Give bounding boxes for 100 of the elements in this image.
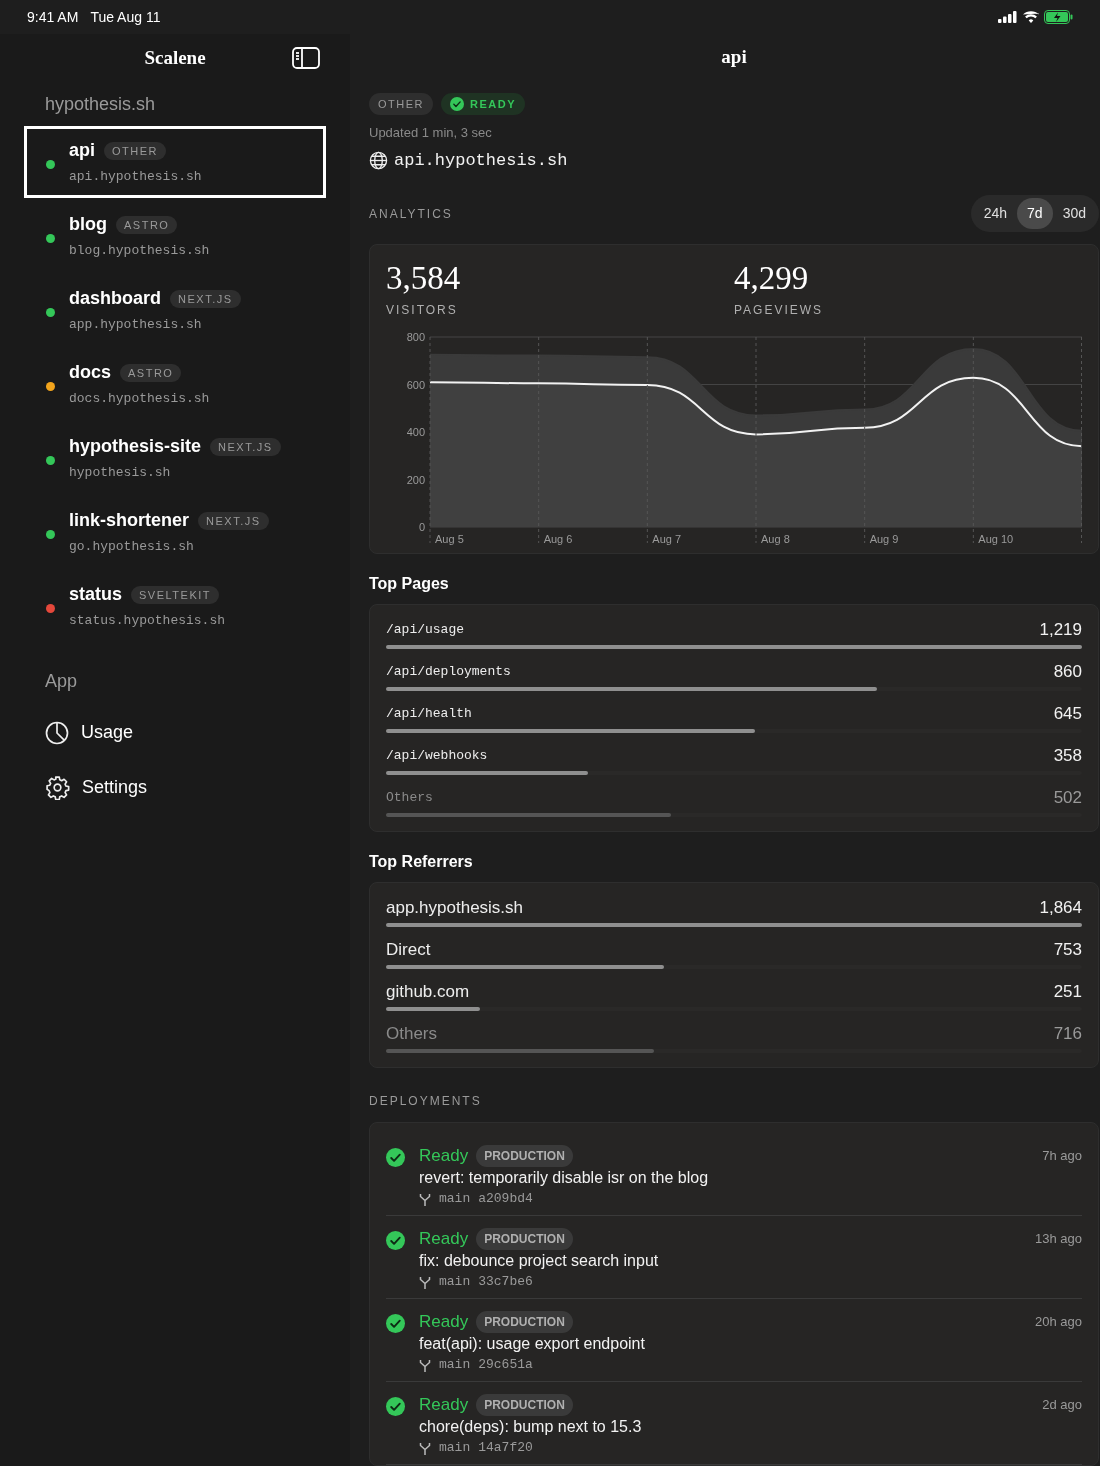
stat-label: PAGEVIEWS bbox=[734, 302, 825, 319]
battery-charging-icon bbox=[1044, 10, 1073, 24]
deployment-status: Ready bbox=[419, 1395, 469, 1415]
commit-hash: a209bd4 bbox=[478, 1190, 533, 1208]
row-value: 502 bbox=[1053, 787, 1082, 809]
branch-name: main bbox=[439, 1273, 471, 1291]
deployment-status: Ready bbox=[419, 1312, 469, 1332]
row-value: 753 bbox=[1053, 939, 1082, 961]
range-tab[interactable]: 24h bbox=[973, 198, 1018, 229]
status-date: Tue Aug 11 bbox=[90, 7, 161, 27]
row-value: 645 bbox=[1053, 703, 1082, 725]
branch-icon bbox=[419, 1358, 431, 1372]
project-item[interactable]: api OTHER api.hypothesis.sh bbox=[24, 126, 326, 198]
sidebar-toggle-icon[interactable] bbox=[292, 47, 320, 69]
stat-label: VISITORS bbox=[386, 302, 459, 319]
x-axis-label: Aug 10 bbox=[978, 533, 1014, 545]
stat-value: 3,584 bbox=[386, 259, 462, 297]
project-item[interactable]: status SVELTEKIT status.hypothesis.sh bbox=[24, 570, 326, 642]
project-domain: hypothesis.sh bbox=[69, 464, 172, 483]
check-circle-icon bbox=[386, 1314, 405, 1333]
framework-tag: NEXT.JS bbox=[210, 437, 281, 456]
deployment-status: Ready bbox=[419, 1229, 469, 1249]
row-value: 251 bbox=[1053, 981, 1082, 1003]
nav-item[interactable]: Usage bbox=[81, 719, 134, 746]
project-name: dashboard bbox=[69, 287, 161, 311]
project-item[interactable]: blog ASTRO blog.hypothesis.sh bbox=[24, 200, 326, 272]
project-item[interactable]: docs ASTRO docs.hypothesis.sh bbox=[24, 348, 326, 420]
y-axis-label: 800 bbox=[406, 331, 425, 343]
nav-item[interactable]: Settings bbox=[82, 774, 148, 801]
project-item[interactable]: hypothesis-site NEXT.JS hypothesis.sh bbox=[24, 422, 326, 494]
project-name: hypothesis-site bbox=[69, 435, 202, 459]
project-item[interactable]: link-shortener NEXT.JS go.hypothesis.sh bbox=[24, 496, 326, 568]
check-circle-icon bbox=[386, 1231, 405, 1250]
branch-icon bbox=[419, 1441, 431, 1455]
environment-tag: PRODUCTION bbox=[476, 1145, 573, 1167]
ready-tag: READY bbox=[441, 92, 525, 115]
project-name: blog bbox=[69, 213, 107, 237]
branch-name: main bbox=[439, 1356, 471, 1374]
stat-value: 4,299 bbox=[734, 259, 810, 297]
deployment-time: 2d ago bbox=[1042, 1396, 1082, 1414]
project-item[interactable]: dashboard NEXT.JS app.hypothesis.sh bbox=[24, 274, 326, 346]
x-axis-label: Aug 7 bbox=[652, 533, 682, 545]
row-label: /api/webhooks bbox=[386, 747, 488, 765]
row-label: app.hypothesis.sh bbox=[386, 897, 524, 919]
section-title: hypothesis.sh bbox=[45, 93, 157, 116]
deployment-time: 13h ago bbox=[1035, 1230, 1082, 1248]
environment-tag: PRODUCTION bbox=[476, 1311, 573, 1333]
row-value: 358 bbox=[1053, 745, 1082, 767]
project-name: status bbox=[69, 583, 122, 607]
signal-icon bbox=[998, 11, 1018, 23]
page-title: api bbox=[721, 45, 747, 69]
x-axis-label: Aug 9 bbox=[869, 533, 899, 545]
project-domain: blog.hypothesis.sh bbox=[69, 242, 210, 261]
framework-tag: OTHER bbox=[369, 92, 433, 115]
project-domain: status.hypothesis.sh bbox=[69, 612, 226, 631]
commit-hash: 14a7f20 bbox=[478, 1439, 533, 1457]
branch-icon bbox=[419, 1275, 431, 1289]
framework-tag: SVELTEKIT bbox=[131, 585, 219, 604]
environment-tag: PRODUCTION bbox=[476, 1228, 573, 1250]
branch-name: main bbox=[439, 1190, 471, 1208]
deployment-status: Ready bbox=[419, 1146, 469, 1166]
project-domain: docs.hypothesis.sh bbox=[69, 390, 210, 409]
branch-icon bbox=[419, 1192, 431, 1206]
range-tab[interactable]: 7d bbox=[1017, 198, 1053, 229]
settings-icon bbox=[45, 775, 70, 800]
commit-hash: 29c651a bbox=[478, 1356, 533, 1374]
row-label: /api/deployments bbox=[386, 663, 511, 681]
project-name: link-shortener bbox=[69, 509, 190, 533]
y-axis-label: 400 bbox=[406, 426, 425, 438]
row-value: 1,219 bbox=[1039, 619, 1082, 641]
row-label: Others bbox=[386, 789, 433, 807]
framework-tag: OTHER bbox=[104, 141, 166, 160]
deployment-time: 7h ago bbox=[1042, 1147, 1082, 1165]
deployment-time: 20h ago bbox=[1035, 1313, 1082, 1331]
section-title: DEPLOYMENTS bbox=[369, 1093, 483, 1110]
updated-text: Updated 1 min, 3 sec bbox=[369, 124, 493, 142]
section-title: ANALYTICS bbox=[369, 205, 453, 223]
domain-link[interactable]: api.hypothesis.sh bbox=[394, 147, 568, 173]
check-circle-icon bbox=[450, 96, 464, 111]
row-value: 860 bbox=[1053, 661, 1082, 683]
x-axis-label: Aug 6 bbox=[543, 533, 573, 545]
framework-tag: NEXT.JS bbox=[198, 511, 269, 530]
row-label: Others bbox=[386, 1023, 438, 1045]
framework-tag: NEXT.JS bbox=[170, 289, 241, 308]
range-tab[interactable]: 30d bbox=[1052, 198, 1096, 229]
x-axis-label: Aug 5 bbox=[435, 533, 464, 545]
row-label: Direct bbox=[386, 939, 431, 961]
x-axis-label: Aug 8 bbox=[761, 533, 790, 545]
environment-tag: PRODUCTION bbox=[476, 1394, 573, 1416]
project-domain: api.hypothesis.sh bbox=[69, 168, 202, 187]
branch-name: main bbox=[439, 1439, 471, 1457]
y-axis-label: 600 bbox=[406, 378, 425, 391]
project-name: docs bbox=[69, 361, 111, 385]
check-circle-icon bbox=[386, 1148, 405, 1167]
section-title: Top Referrers bbox=[369, 852, 474, 872]
row-label: github.com bbox=[386, 981, 470, 1003]
row-value: 716 bbox=[1053, 1023, 1082, 1045]
check-circle-icon bbox=[386, 1397, 405, 1416]
globe-icon bbox=[369, 150, 388, 170]
status-time: 9:41 AM bbox=[27, 7, 79, 27]
